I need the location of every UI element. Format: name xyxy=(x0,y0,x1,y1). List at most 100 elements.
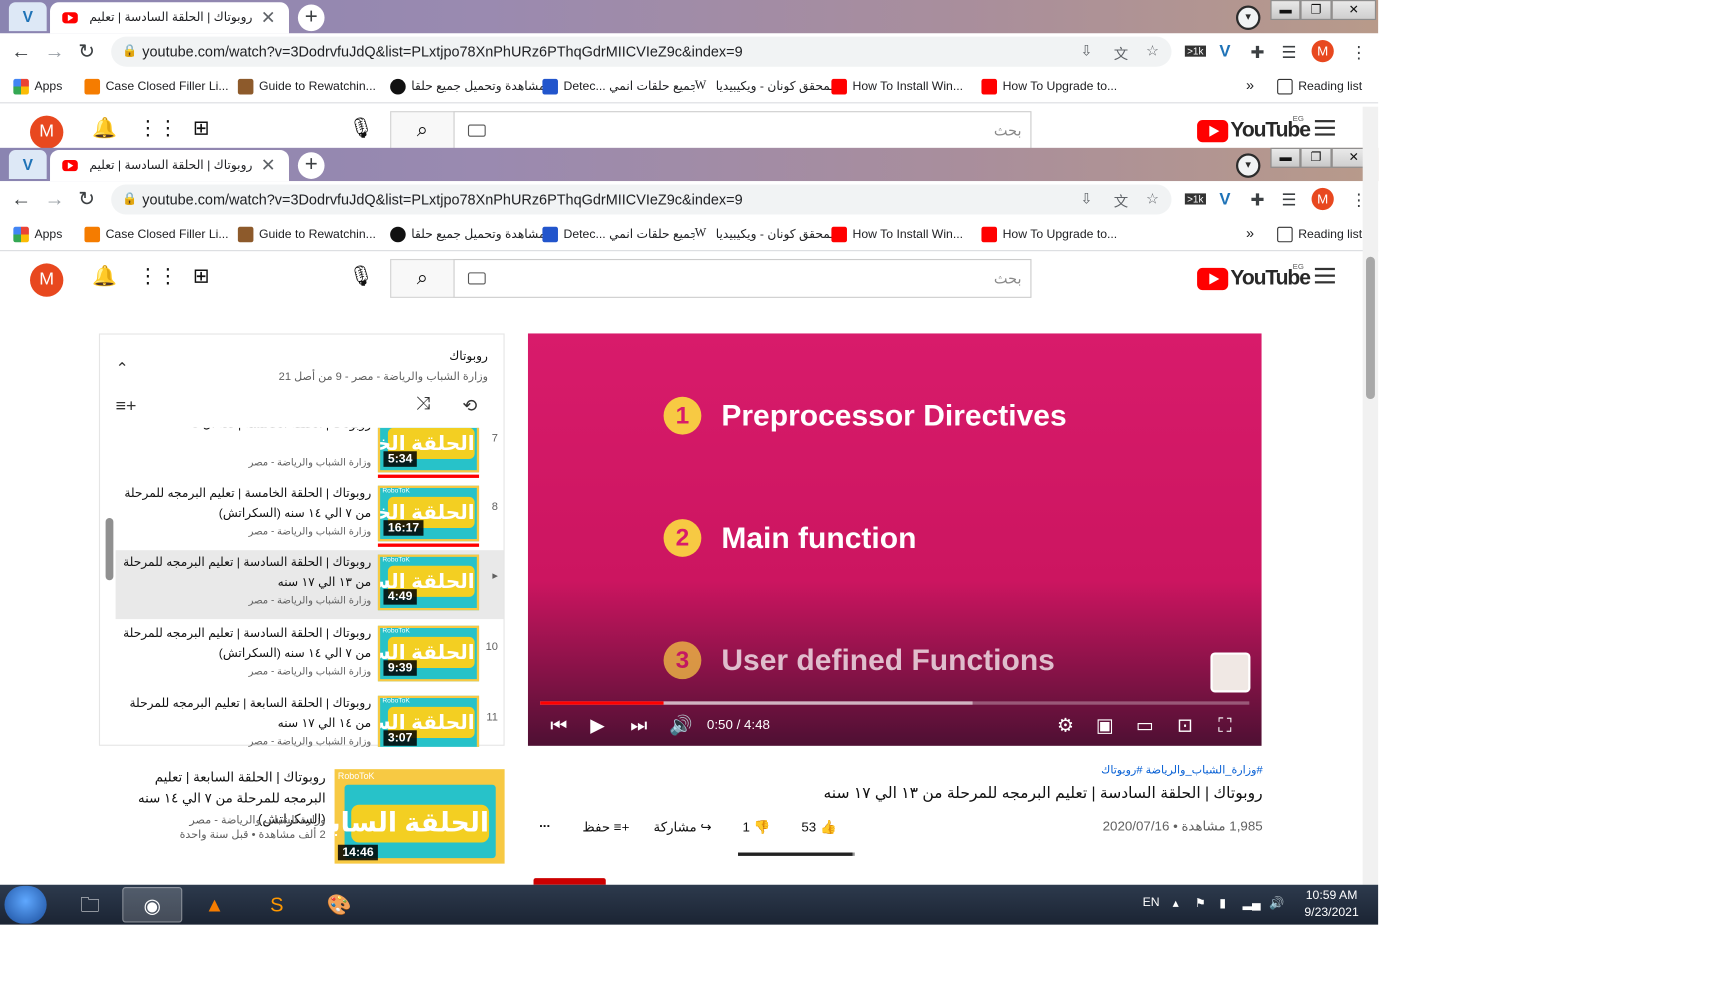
tab-close-icon[interactable]: ✕ xyxy=(261,7,276,29)
playlist-item[interactable]: 10 RoboToKالحلقة السادسة9:39روبوتاك | الح… xyxy=(116,621,504,690)
tab-search-icon[interactable]: ▾ xyxy=(1235,153,1261,178)
subscribe-button[interactable] xyxy=(533,878,606,885)
translate-icon[interactable]: 文 xyxy=(1114,190,1128,211)
forward-icon[interactable]: → xyxy=(42,187,66,211)
search-button[interactable]: ⌕ xyxy=(390,258,455,298)
active-tab[interactable]: روبوتاك | الحلقة السادسة | تعليم البر...… xyxy=(50,2,289,34)
shuffle-icon[interactable]: ⤨ xyxy=(416,395,430,415)
share-button[interactable]: مشاركة ↪ xyxy=(654,819,712,835)
bookmark-detective-episodes[interactable]: Detec... جميع حلقات انمي xyxy=(542,226,698,243)
create-video-icon[interactable]: ⊞ xyxy=(186,265,217,288)
bell-icon[interactable]: 🔔 xyxy=(89,117,120,140)
extensions-puzzle-icon[interactable]: ✚ xyxy=(1250,42,1264,62)
translate-icon[interactable]: 文 xyxy=(1114,42,1128,63)
new-tab-button[interactable]: + xyxy=(297,4,325,32)
back-icon[interactable]: ← xyxy=(9,39,33,63)
bookmark-guide-rewatching[interactable]: Guide to Rewatchin... xyxy=(237,78,376,95)
more-actions-icon[interactable]: ... xyxy=(539,815,550,831)
more-bookmarks-icon[interactable]: » xyxy=(1246,225,1254,242)
extension-counter-icon[interactable]: >1k xyxy=(1184,193,1206,205)
playlist-title[interactable]: روبوتاك xyxy=(449,349,488,363)
loop-icon[interactable]: ⟲ xyxy=(462,395,477,417)
recommended-video[interactable]: RoboToK الحلقة السابعة 14:46 روبوتاك | ا… xyxy=(131,767,507,867)
bookmark-watch-download[interactable]: مشاهدة وتحميل جميع حلقا... xyxy=(390,79,556,95)
save-button[interactable]: حفظ ≡+ xyxy=(582,819,629,835)
install-app-icon[interactable]: ⇩ xyxy=(1080,42,1092,60)
speaker-icon[interactable]: 🔊 xyxy=(1269,896,1284,910)
volume-icon[interactable]: 🔊 xyxy=(669,715,693,737)
mic-icon[interactable]: 🎙 xyxy=(346,265,377,288)
language-indicator[interactable]: EN xyxy=(1143,896,1160,909)
cast-icon[interactable]: ⊡ xyxy=(1177,715,1193,737)
reading-list-button[interactable]: Reading list xyxy=(1277,226,1362,243)
maximize-button[interactable]: ❐ xyxy=(1300,0,1332,21)
save-playlist-icon[interactable]: ≡+ xyxy=(116,397,137,417)
account-avatar[interactable]: M xyxy=(30,263,64,297)
hamburger-icon[interactable] xyxy=(1314,267,1335,284)
vpn-extension-tab[interactable]: V xyxy=(8,2,47,32)
miniplayer-icon[interactable]: ▣ xyxy=(1096,715,1114,737)
minimize-button[interactable]: ▬ xyxy=(1270,0,1301,21)
playlist-item[interactable]: 8 RoboToKالحلقة الخامسة16:17روبوتاك | الح… xyxy=(116,481,504,550)
paint-icon[interactable]: 🎨 xyxy=(309,887,369,923)
bookmark-install-win[interactable]: How To Install Win... xyxy=(831,78,963,95)
keyboard-icon[interactable] xyxy=(467,272,486,285)
windows-start-icon[interactable] xyxy=(4,885,47,924)
bookmark-case-closed[interactable]: Case Closed Filler Li... xyxy=(84,78,229,95)
new-tab-button[interactable]: + xyxy=(297,152,325,179)
recommended-thumbnail[interactable]: RoboToK الحلقة السابعة 14:46 xyxy=(299,769,505,864)
bookmark-star-icon[interactable]: ☆ xyxy=(1146,42,1159,60)
playlist-item-thumbnail[interactable]: RoboToKالحلقة السادسة9:39 xyxy=(377,625,480,682)
playlist-item[interactable]: 7 RoboToKالحلقة الخامسة5:34 روبوتاك | الحل… xyxy=(116,427,504,481)
bookmark-case-closed[interactable]: Case Closed Filler Li... xyxy=(84,226,229,243)
apps-grid-icon[interactable]: ⋮⋮ xyxy=(138,265,178,288)
bookmark-install-win[interactable]: How To Install Win... xyxy=(831,226,963,243)
forward-icon[interactable]: → xyxy=(42,39,66,63)
active-tab[interactable]: روبوتاك | الحلقة السادسة | تعليم البر...… xyxy=(50,150,289,182)
install-app-icon[interactable]: ⇩ xyxy=(1080,190,1092,208)
bookmark-wikipedia[interactable]: W المحقق كونان - ويكيبيديا xyxy=(694,79,837,95)
settings-icon[interactable]: ⚙ xyxy=(1057,715,1074,737)
apps-grid-icon[interactable]: ⋮⋮ xyxy=(138,117,178,140)
like-button[interactable]: 53 👍 xyxy=(801,819,836,835)
maximize-button[interactable]: ❐ xyxy=(1300,147,1332,168)
playlist-item[interactable]: 11 RoboToKالحلقة السابعة3:07روبوتاك | الح… xyxy=(116,691,504,747)
extensions-puzzle-icon[interactable]: ✚ xyxy=(1250,190,1264,210)
profile-avatar[interactable]: M xyxy=(1311,187,1334,211)
network-icon[interactable]: ▂▄ xyxy=(1243,896,1261,910)
action-center-icon[interactable]: ⚑ xyxy=(1195,896,1206,910)
theater-icon[interactable]: ▭ xyxy=(1136,715,1154,737)
video-hashtags[interactable]: #وزارة_الشباب_والرياضة #روبوتاك xyxy=(1101,765,1262,777)
keyboard-icon[interactable] xyxy=(467,124,486,137)
bookmark-wikipedia[interactable]: W المحقق كونان - ويكيبيديا xyxy=(694,226,837,243)
vpn-extension-icon[interactable]: V xyxy=(1219,42,1230,61)
more-bookmarks-icon[interactable]: » xyxy=(1246,77,1254,94)
collapse-chevron-icon[interactable]: ⌃ xyxy=(116,359,129,378)
back-icon[interactable]: ← xyxy=(9,187,33,211)
search-input[interactable]: بحث xyxy=(453,111,1032,151)
video-player[interactable]: 1 Preprocessor Directives 2 Main functio… xyxy=(527,333,1262,746)
battery-icon[interactable]: ▮ xyxy=(1219,896,1226,910)
search-button[interactable]: ⌕ xyxy=(390,111,455,151)
sublime-icon[interactable]: S xyxy=(247,887,307,923)
playlist-item-thumbnail[interactable]: RoboToKالحلقة الخامسة5:34 xyxy=(377,427,480,473)
page-scrollbar[interactable] xyxy=(1362,106,1379,885)
profile-avatar[interactable]: M xyxy=(1311,40,1334,63)
address-bar[interactable]: 🔒 youtube.com/watch?v=3DodrvfuJdQ&list=P… xyxy=(111,184,1172,215)
play-icon[interactable]: ▶ xyxy=(590,715,605,737)
playlist-item-thumbnail[interactable]: RoboToKالحلقة السادسة4:49 xyxy=(377,554,480,611)
tab-search-icon[interactable]: ▾ xyxy=(1235,5,1261,31)
media-control-icon[interactable]: ☰ xyxy=(1282,42,1297,62)
bookmark-detective-episodes[interactable]: Detec... جميع حلقات انمي xyxy=(542,79,698,95)
show-hidden-icons-icon[interactable]: ▴ xyxy=(1173,896,1179,910)
bookmark-upgrade[interactable]: How To Upgrade to... xyxy=(981,226,1117,243)
playlist-scrollbar-thumb[interactable] xyxy=(105,517,114,581)
mic-icon[interactable]: 🎙 xyxy=(346,117,377,140)
chrome-icon[interactable]: ◉ xyxy=(122,886,183,923)
reload-icon[interactable]: ↻ xyxy=(74,39,98,63)
playlist-item-thumbnail[interactable]: RoboToKالحلقة الخامسة16:17 xyxy=(377,485,480,542)
address-bar[interactable]: 🔒 youtube.com/watch?v=3DodrvfuJdQ&list=P… xyxy=(111,36,1172,67)
bell-icon[interactable]: 🔔 xyxy=(89,265,120,288)
fullscreen-icon[interactable]: ⛶ xyxy=(1218,715,1231,737)
progress-bar[interactable] xyxy=(540,701,1250,705)
